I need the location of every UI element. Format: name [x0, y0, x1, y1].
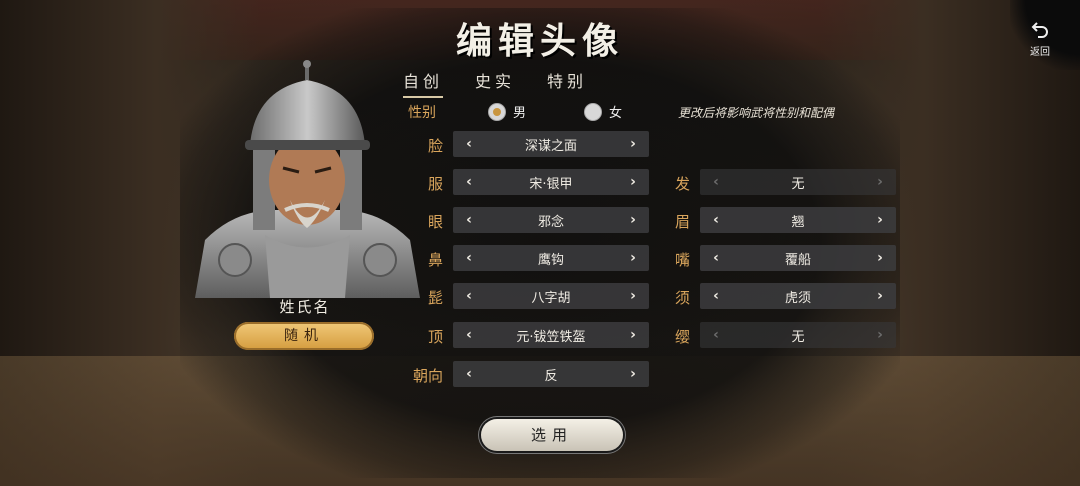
nose-value: 鹰钩 [537, 252, 564, 268]
eyes-prev-button[interactable]: ‹ [453, 212, 485, 228]
beard-prev-button[interactable]: ‹ [700, 288, 732, 304]
eyebrow-selector: ‹ 翘 › [700, 207, 896, 233]
headgear-next-button[interactable]: › [617, 327, 649, 343]
eyebrow-prev-button[interactable]: ‹ [700, 212, 732, 228]
eyebrow-next-button[interactable]: › [864, 212, 896, 228]
mouth-prev-button[interactable]: ‹ [700, 250, 732, 266]
eyes-label: 眼 [427, 213, 443, 231]
face-selector: ‹ 深谋之面 › [453, 131, 649, 157]
headgear-label: 顶 [427, 328, 443, 346]
clothing-value: 宋·银甲 [529, 176, 573, 192]
hair-selector: ‹ 无 › [700, 169, 896, 195]
eyes-value: 邪念 [537, 214, 564, 230]
gender-female-label: 女 [609, 106, 623, 121]
headgear-selector: ‹ 元·钹笠铁盔 › [453, 322, 649, 348]
gender-male-label: 男 [513, 106, 527, 121]
mustache-value: 八字胡 [531, 290, 571, 306]
clothing-next-button[interactable]: › [617, 174, 649, 190]
random-button[interactable]: 随机 [234, 322, 374, 350]
clothing-label: 服 [427, 175, 443, 193]
confirm-button[interactable]: 选用 [481, 419, 623, 451]
gender-male-radio[interactable]: 男 [488, 102, 526, 121]
character-portrait [195, 60, 420, 298]
eyebrow-label: 眉 [674, 213, 690, 231]
beard-label: 须 [674, 289, 690, 307]
back-button[interactable]: 返回 [1022, 20, 1058, 58]
clothing-prev-button[interactable]: ‹ [453, 174, 485, 190]
tab-custom[interactable]: 自创 [403, 68, 444, 98]
mustache-prev-button[interactable]: ‹ [453, 288, 485, 304]
face-label: 脸 [427, 137, 443, 155]
facing-next-button[interactable]: › [617, 366, 649, 382]
tassel-value: 无 [791, 329, 805, 345]
facing-prev-button[interactable]: ‹ [453, 366, 485, 382]
tab-historical[interactable]: 史实 [475, 68, 515, 98]
headgear-prev-button[interactable]: ‹ [453, 327, 485, 343]
headgear-value: 元·钹笠铁盔 [516, 329, 586, 345]
mustache-label: 髭 [427, 289, 443, 307]
tassel-label: 缨 [674, 328, 690, 346]
hair-value: 无 [791, 176, 805, 192]
face-prev-button[interactable]: ‹ [453, 136, 485, 152]
gender-female-radio[interactable]: 女 [584, 102, 622, 121]
clothing-selector: ‹ 宋·银甲 › [453, 169, 649, 195]
hair-prev-button[interactable]: ‹ [700, 174, 732, 190]
character-name: 姓氏名 [279, 298, 331, 316]
tassel-prev-button[interactable]: ‹ [700, 327, 732, 343]
tassel-next-button[interactable]: › [864, 327, 896, 343]
radio-checked-icon [488, 102, 506, 121]
beard-selector: ‹ 虎须 › [700, 283, 896, 309]
facing-value: 反 [544, 368, 558, 384]
face-value: 深谋之面 [524, 138, 577, 154]
facing-label: 朝向 [412, 367, 443, 385]
gender-hint: 更改后将影响武将性别和配偶 [678, 106, 835, 120]
gender-label: 性别 [408, 105, 436, 121]
page-title: 编辑头像 [455, 20, 624, 62]
back-label: 返回 [1030, 47, 1050, 58]
nose-label: 鼻 [427, 251, 443, 269]
radio-unchecked-icon [584, 102, 602, 121]
nose-prev-button[interactable]: ‹ [453, 250, 485, 266]
mustache-next-button[interactable]: › [617, 288, 649, 304]
hair-next-button[interactable]: › [864, 174, 896, 190]
undo-arrow-icon [1022, 20, 1058, 41]
mouth-next-button[interactable]: › [864, 250, 896, 266]
eyes-next-button[interactable]: › [617, 212, 649, 228]
eyebrow-value: 翘 [791, 214, 805, 230]
gender-row: 性别 男 女 更改后将影响武将性别和配偶 [408, 102, 878, 122]
tassel-selector: ‹ 无 › [700, 322, 896, 348]
mustache-selector: ‹ 八字胡 › [453, 283, 649, 309]
nose-next-button[interactable]: › [617, 250, 649, 266]
mouth-selector: ‹ 覆船 › [700, 245, 896, 271]
eyes-selector: ‹ 邪念 › [453, 207, 649, 233]
tab-special[interactable]: 特别 [547, 68, 587, 98]
beard-value: 虎须 [784, 290, 811, 306]
tab-bar: 自创 史实 特别 [403, 68, 587, 98]
mouth-label: 嘴 [674, 251, 690, 269]
facing-selector: ‹ 反 › [453, 361, 649, 387]
mouth-value: 覆船 [784, 252, 811, 268]
nose-selector: ‹ 鹰钩 › [453, 245, 649, 271]
face-next-button[interactable]: › [617, 136, 649, 152]
hair-label: 发 [674, 175, 690, 193]
beard-next-button[interactable]: › [864, 288, 896, 304]
